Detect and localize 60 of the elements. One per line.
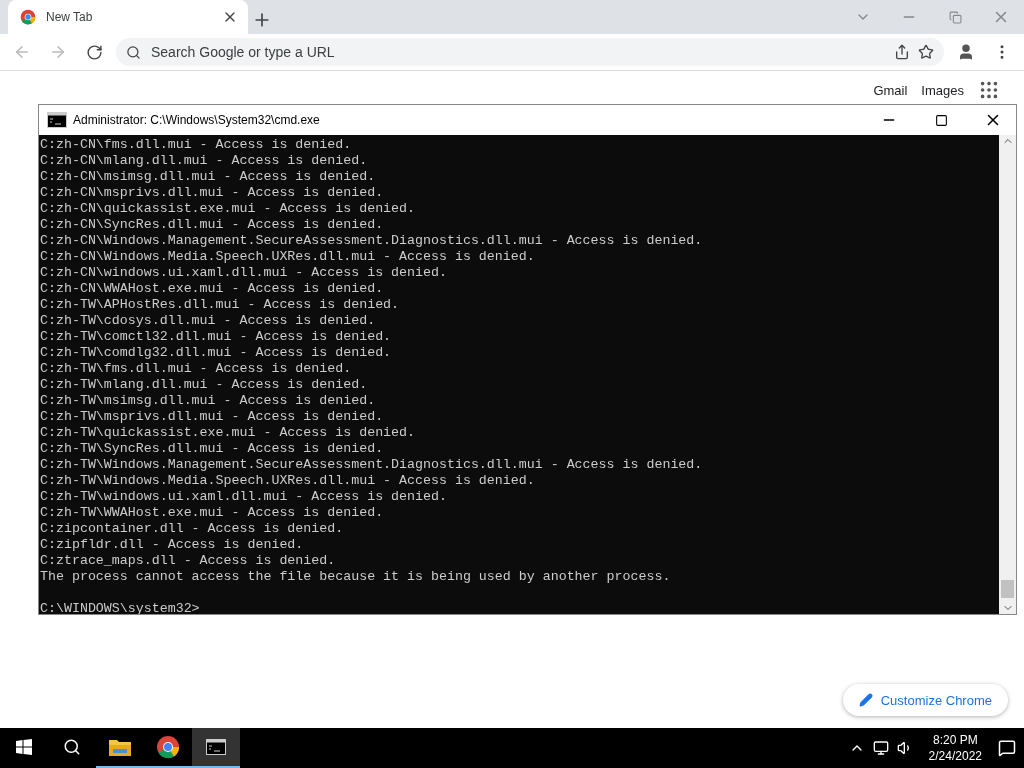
console-line: C:zh-TW\fms.dll.mui - Access is denied. xyxy=(40,361,353,377)
console-line: The process cannot access the file because it is being used by another process. xyxy=(40,569,672,585)
console-line: C:zh-CN\mlang.dll.mui - Access is denied. xyxy=(40,153,369,169)
console-line: C:zh-TW\Windows.Media.Speech.UXRes.dll.mui - Access is denied. xyxy=(40,473,536,489)
console-line: C:zh-CN\Windows.Management.SecureAssessment.Diagnostics.dll.mui - Access is denied. xyxy=(40,233,704,249)
tab-title: New Tab xyxy=(46,10,94,24)
clock-time: 8:20 PM xyxy=(932,732,978,748)
console-icon xyxy=(206,739,226,755)
console-line: C:zh-CN\msimsg.dll.mui - Access is denied. xyxy=(40,169,377,185)
browser-tab[interactable]: New Tab xyxy=(8,0,248,34)
console-line: C:zh-CN\SyncRes.dll.mui - Access is denied. xyxy=(40,217,385,233)
search-icon[interactable] xyxy=(63,738,81,756)
console-icon xyxy=(47,112,67,128)
console-line: C:ztrace_maps.dll - Access is denied. xyxy=(40,553,337,569)
windows-logo-icon[interactable] xyxy=(16,739,32,755)
maximize-icon[interactable] xyxy=(934,113,948,127)
clock-date: 2/24/2022 xyxy=(928,748,982,764)
console-line: C:zh-TW\APHostRes.dll.mui - Access is denied. xyxy=(40,297,401,313)
console-line: C:zh-TW\mlang.dll.mui - Access is denied. xyxy=(40,377,369,393)
pencil-icon xyxy=(858,693,873,707)
console-line: C:zh-TW\cdosys.dll.mui - Access is denied. xyxy=(40,313,377,329)
console-line: C:zh-CN\quickassist.exe.mui - Access is denied. xyxy=(40,201,417,217)
restore-icon[interactable] xyxy=(948,10,962,24)
console-line: C:zh-TW\msimsg.dll.mui - Access is denied. xyxy=(40,393,377,409)
search-icon xyxy=(126,44,141,60)
console-line: C:zh-CN\msprivs.dll.mui - Access is denied. xyxy=(40,185,385,201)
chrome-logo-icon xyxy=(156,735,180,759)
address-field[interactable]: Search Google or type a URL xyxy=(149,43,886,61)
console-line: C:zh-TW\SyncRes.dll.mui - Access is denied. xyxy=(40,441,385,457)
profile-icon[interactable] xyxy=(957,43,975,61)
scroll-thumb[interactable] xyxy=(1001,580,1014,598)
scrollbar[interactable] xyxy=(999,135,1016,614)
console-line: C:zipfldr.dll - Access is denied. xyxy=(40,537,305,553)
console-line: C:zh-TW\msprivs.dll.mui - Access is denied. xyxy=(40,409,385,425)
folder-icon xyxy=(108,737,132,757)
console-line: C:zh-CN\WWAHost.exe.mui - Access is denied. xyxy=(40,281,385,297)
chrome-logo-icon xyxy=(20,9,36,25)
window-title: Administrator: C:\Windows\System32\cmd.exe xyxy=(73,113,321,127)
command-prompt[interactable]: C:\WINDOWS\system32> xyxy=(40,601,999,614)
taskbar-app[interactable] xyxy=(192,728,240,768)
console-line: C:zh-TW\windows.ui.xaml.dll.mui - Access is denied. xyxy=(40,489,448,505)
console-line: C:zh-TW\comdlg32.dll.mui - Access is denied. xyxy=(40,345,393,361)
console-line: C:zipcontainer.dll - Access is denied. xyxy=(40,521,345,537)
console-line: C:zh-TW\comctl32.dll.mui - Access is denied. xyxy=(40,329,393,345)
star-icon[interactable] xyxy=(918,44,934,60)
address-bar[interactable]: Search Google or type a URL xyxy=(116,38,944,66)
console-line: C:zh-TW\Windows.Management.SecureAssessment.Diagnostics.dll.mui - Access is denied. xyxy=(40,457,704,473)
share-icon[interactable] xyxy=(894,44,910,60)
top-link[interactable]: Gmail xyxy=(873,82,908,98)
console-line: C:zh-CN\fms.dll.mui - Access is denied. xyxy=(40,137,353,153)
top-link[interactable]: Images xyxy=(921,82,964,98)
console-line: C:zh-TW\quickassist.exe.mui - Access is denied. xyxy=(40,425,417,441)
reload-icon[interactable] xyxy=(85,43,103,61)
notifications-icon[interactable] xyxy=(998,739,1016,757)
console-line: C:zh-TW\WWAHost.exe.mui - Access is denied. xyxy=(40,505,385,521)
network-icon[interactable] xyxy=(872,740,889,756)
customize-chrome-button[interactable]: Customize Chrome xyxy=(842,684,1008,716)
console-line: C:zh-CN\windows.ui.xaml.dll.mui - Access is denied. xyxy=(40,265,448,281)
apps-grid-icon[interactable] xyxy=(978,79,1000,101)
console-line: C:zh-CN\Windows.Media.Speech.UXRes.dll.mui - Access is denied. xyxy=(40,249,536,265)
